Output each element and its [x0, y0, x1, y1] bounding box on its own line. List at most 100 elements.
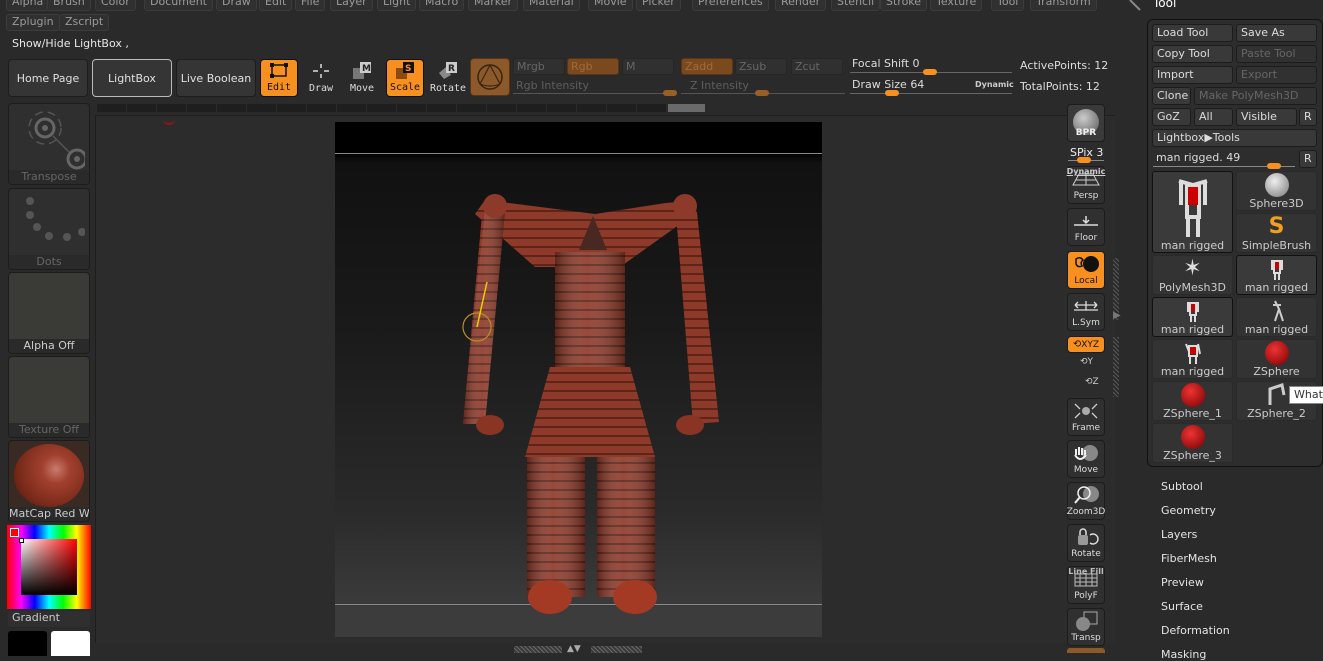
tool-thumb-man-rigged-2[interactable]: man rigged [1236, 255, 1317, 295]
tool-thumb-zsphere-1[interactable]: ZSphere_1 [1152, 381, 1233, 421]
tool-thumb-simplebrush[interactable]: S SimpleBrush [1236, 213, 1317, 253]
draw-size-track[interactable] [850, 93, 1012, 94]
section-surface[interactable]: Surface [1161, 600, 1203, 613]
spix-slider[interactable] [1077, 157, 1091, 163]
bpr-button[interactable]: BPR [1067, 104, 1105, 142]
goz-button[interactable]: GoZ [1152, 108, 1191, 126]
tool-r-button[interactable]: R [1299, 150, 1317, 168]
transp-button[interactable]: Transp [1067, 608, 1105, 646]
rgb-intensity-track[interactable] [513, 93, 677, 94]
goz-visible-button[interactable]: Visible [1236, 108, 1297, 126]
paste-tool-button[interactable]: Paste Tool [1236, 45, 1317, 63]
persp-button[interactable]: Dynamic Persp [1067, 166, 1105, 204]
polyf-button[interactable]: Line Fill PolyF [1067, 566, 1105, 604]
draw-size-slider[interactable] [885, 90, 899, 96]
stroke-dots-button[interactable]: Dots [8, 188, 90, 270]
section-geometry[interactable]: Geometry [1161, 504, 1216, 517]
menu-texture[interactable]: Texture [930, 0, 983, 11]
bottom-tray-handle-left[interactable] [514, 646, 562, 653]
tool-thumb-zsphere[interactable]: ZSphere [1236, 339, 1317, 379]
section-fibermesh[interactable]: FiberMesh [1161, 552, 1217, 565]
section-preview[interactable]: Preview [1161, 576, 1204, 589]
timeline-track[interactable] [97, 104, 667, 112]
material-mode-button[interactable] [470, 58, 510, 96]
menu-edit[interactable]: Edit [259, 0, 293, 11]
bottom-tray-handle-right[interactable] [591, 646, 642, 653]
rotate-button[interactable]: R Rotate [429, 59, 467, 97]
tool-thumb-zsphere-3[interactable]: ZSphere_3 [1152, 423, 1233, 463]
menu-preferences[interactable]: Preferences [692, 0, 769, 11]
move-view-button[interactable]: Move [1067, 440, 1105, 478]
section-subtool[interactable]: Subtool [1161, 480, 1203, 493]
lsym-button[interactable]: L.Sym [1067, 293, 1105, 331]
collapse-arrow-icon[interactable]: ▶ [1113, 310, 1121, 321]
xyz-rotate-button[interactable]: ⟲ XYZ [1067, 336, 1105, 353]
rotate-view-button[interactable]: Rotate [1067, 524, 1105, 562]
color-selector[interactable] [19, 538, 24, 543]
menu-light[interactable]: Light [377, 0, 417, 11]
color-picker[interactable] [7, 525, 91, 609]
section-deformation[interactable]: Deformation [1161, 624, 1230, 637]
menu-brush[interactable]: Brush [47, 0, 91, 11]
import-button[interactable]: Import [1152, 66, 1233, 84]
menu-material[interactable]: Material [523, 0, 580, 11]
menu-marker[interactable]: Marker [468, 0, 519, 11]
load-tool-button[interactable]: Load Tool [1152, 24, 1233, 42]
color-saturation-square[interactable] [21, 539, 77, 595]
z-intensity-slider[interactable] [755, 90, 769, 96]
floor-button[interactable]: Floor [1067, 208, 1105, 246]
export-button[interactable]: Export [1236, 66, 1317, 84]
goz-all-button[interactable]: All [1194, 108, 1233, 126]
next-shelf-button[interactable] [1067, 648, 1105, 653]
material-button[interactable]: MatCap Red Wa [8, 440, 90, 522]
clone-button[interactable]: Clone [1152, 87, 1191, 105]
menu-picker[interactable]: Picker [636, 0, 681, 11]
tool-thumb-sphere3d[interactable]: Sphere3D [1236, 171, 1317, 211]
main-color-swatch[interactable] [8, 631, 47, 656]
z-rotate-button[interactable]: ⟲Z [1085, 377, 1099, 387]
tray-toggle-icon[interactable]: ▲▼ [567, 645, 589, 654]
live-boolean-button[interactable]: Live Boolean [176, 59, 256, 97]
menu-file[interactable]: File [295, 0, 326, 11]
menu-tool[interactable]: Tool [991, 0, 1025, 11]
tool-slider[interactable] [1267, 163, 1281, 169]
zoom3d-button[interactable]: Zoom3D [1067, 482, 1105, 520]
local-button[interactable]: Local [1067, 251, 1105, 289]
menu-draw[interactable]: Draw [216, 0, 257, 11]
home-page-button[interactable]: Home Page [8, 59, 88, 97]
lightbox-tools-button[interactable]: Lightbox▶Tools [1152, 129, 1317, 147]
document-canvas[interactable] [335, 122, 822, 637]
tool-thumb-man-rigged-4[interactable]: man rigged [1236, 297, 1317, 337]
zcut-button[interactable]: Zcut [791, 58, 843, 75]
move-button[interactable]: M Move [343, 59, 381, 97]
dynamic-toggle[interactable]: Dynamic [975, 80, 1014, 89]
menu-stencil[interactable]: Stencil [831, 0, 881, 11]
secondary-color-swatch[interactable] [51, 631, 90, 656]
copy-tool-button[interactable]: Copy Tool [1152, 45, 1233, 63]
section-masking[interactable]: Masking [1161, 648, 1206, 661]
tool-thumb-man-rigged-main[interactable]: man rigged [1152, 171, 1233, 253]
frame-button[interactable]: Frame [1067, 398, 1105, 436]
menu-render[interactable]: Render [775, 0, 827, 11]
rgb-button[interactable]: Rgb [567, 58, 619, 75]
save-as-button[interactable]: Save As [1236, 24, 1317, 42]
menu-alpha[interactable]: Alpha [6, 0, 50, 11]
draw-button[interactable]: Draw [302, 59, 340, 97]
zsub-button[interactable]: Zsub [735, 58, 787, 75]
hue-selector[interactable] [10, 528, 19, 537]
menu-zscript[interactable]: Zscript [59, 14, 110, 31]
right-shelf-scrollbar-2[interactable] [1113, 337, 1119, 397]
zadd-button[interactable]: Zadd [681, 58, 733, 75]
menu-color[interactable]: Color [95, 0, 136, 11]
rgb-intensity-slider[interactable] [663, 90, 677, 96]
texture-button[interactable]: Texture Off [8, 356, 90, 438]
make-polymesh3d-button[interactable]: Make PolyMesh3D [1194, 87, 1317, 105]
tool-thumb-man-rigged-5[interactable]: man rigged [1152, 339, 1233, 379]
timeline-marker[interactable] [668, 104, 705, 112]
mrgb-button[interactable]: Mrgb [513, 58, 565, 75]
menu-document[interactable]: Document [144, 0, 213, 11]
menu-zplugin[interactable]: Zplugin [6, 14, 60, 31]
focal-shift-slider[interactable] [923, 69, 937, 75]
menu-layer[interactable]: Layer [330, 0, 373, 11]
m-button[interactable]: M [622, 58, 674, 75]
